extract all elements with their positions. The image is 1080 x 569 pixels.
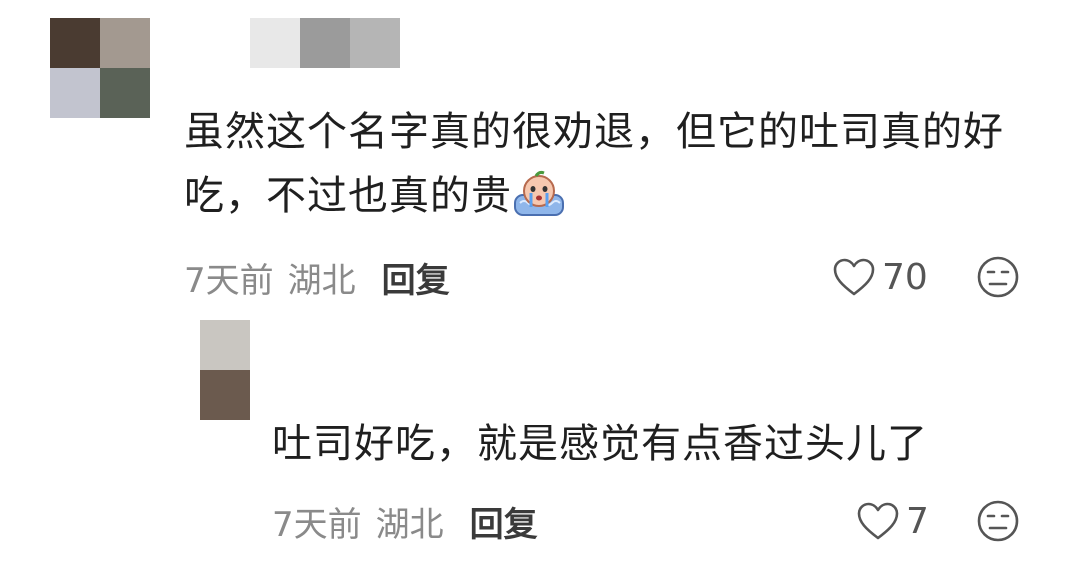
reply-meta: 7天前 湖北 回复 [272,496,538,546]
heart-outline-icon [857,502,899,540]
reply-button[interactable]: 回复 [382,253,450,302]
comment-body: 虽然这个名字真的很劝退，但它的吐司真的好吃，不过也真的贵 [184,109,1004,219]
username-blurred[interactable] [250,18,400,68]
avatar-pixel [100,68,150,118]
blur-block [300,18,350,68]
comment-thread: 虽然这个名字真的很劝退，但它的吐司真的好吃，不过也真的贵 7天前 湖北 回复 7… [0,0,1080,569]
blur-block [250,18,300,68]
avatar-pixel [50,68,100,118]
avatar[interactable] [50,18,150,118]
reply-text: 吐司好吃，就是感觉有点香过头儿了 [272,412,1032,476]
avatar-pixel [200,320,250,370]
like-button[interactable]: 7 [856,496,929,546]
neutral-face-icon[interactable] [976,499,1020,543]
like-count: 70 [882,256,928,298]
reply-avatar[interactable] [200,320,250,420]
neutral-face-icon[interactable] [976,255,1020,299]
comment-location: 湖北 [287,260,356,301]
avatar-pixel [200,370,250,420]
reply-location: 湖北 [375,504,444,545]
reply-button[interactable]: 回复 [470,497,538,546]
crying-emoji-icon [514,170,564,216]
heart-outline-icon [833,258,875,296]
comment-text: 虽然这个名字真的很劝退，但它的吐司真的好吃，不过也真的贵 [184,100,1034,228]
avatar-pixel [50,18,100,68]
blur-block [350,18,400,68]
reply-body: 吐司好吃，就是感觉有点香过头儿了 [272,421,928,467]
comment-time: 7天前 [184,260,274,301]
like-button[interactable]: 70 [832,252,928,302]
like-count: 7 [906,500,929,542]
comment-meta: 7天前 湖北 回复 [184,252,450,302]
reply-time: 7天前 [272,504,362,545]
avatar-pixel [100,18,150,68]
